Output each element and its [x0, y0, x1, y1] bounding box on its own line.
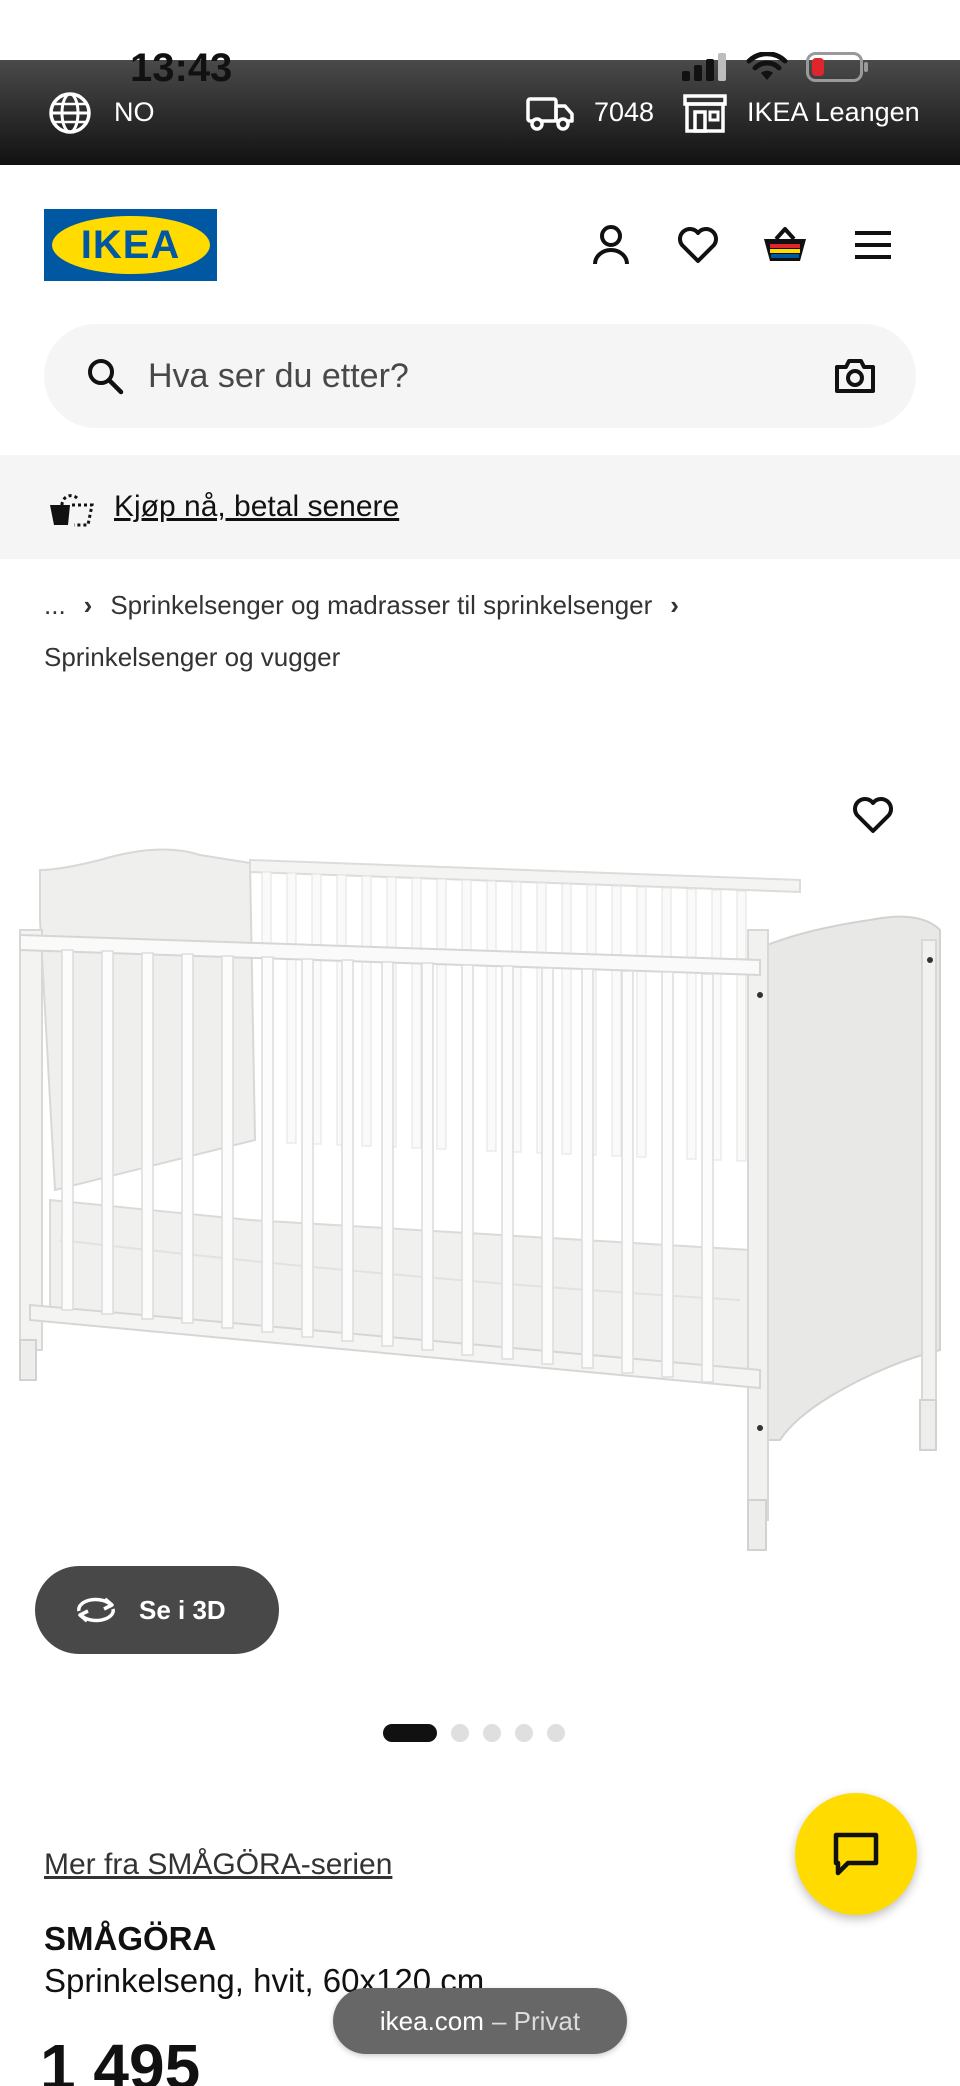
menu-button[interactable]: [848, 220, 898, 270]
chevron-right-icon: ›: [83, 589, 93, 620]
status-icons: [682, 52, 870, 82]
product-price: 1 495: [40, 2031, 201, 2086]
private-mode-label: – Privat: [491, 2005, 581, 2036]
logo-text: IKEA: [80, 222, 181, 267]
store-name: IKEA Leangen: [747, 97, 920, 127]
language-label: NO: [114, 97, 155, 127]
gallery-dot[interactable]: [383, 1724, 437, 1742]
account-button[interactable]: [586, 220, 636, 270]
basket-icon: [764, 227, 806, 261]
view-in-3d-button[interactable]: Se i 3D: [35, 1566, 279, 1654]
menu-icon: [855, 231, 891, 259]
product-name: SMÅGÖRA: [44, 1920, 217, 1957]
breadcrumb-row: ... › Sprinkelsenger og madrasser til sp…: [44, 585, 924, 625]
account-icon: [593, 225, 629, 265]
ikea-logo[interactable]: IKEA: [44, 209, 217, 281]
view-in-3d-label: Se i 3D: [139, 1594, 226, 1625]
series-link[interactable]: Mer fra SMÅGÖRA-serien: [44, 1848, 392, 1882]
rotate-3d-icon: [73, 1595, 119, 1625]
gallery-dot[interactable]: [547, 1724, 565, 1742]
gallery-dot[interactable]: [515, 1724, 533, 1742]
globe-icon: [49, 91, 91, 134]
logo-oval: IKEA: [51, 216, 210, 274]
header: IKEA: [0, 165, 960, 325]
chat-icon: [833, 1832, 879, 1876]
basket-button[interactable]: [760, 220, 810, 270]
postal-code: 7048: [594, 97, 655, 127]
status-time: 13:43: [130, 46, 233, 90]
search-icon: [88, 359, 124, 395]
truck-icon: [526, 96, 574, 131]
wifi-icon: [746, 52, 788, 80]
pay-later-banner[interactable]: Kjøp nå, betal senere: [0, 455, 960, 559]
breadcrumb: ... › Sprinkelsenger og madrasser til sp…: [44, 585, 924, 677]
chat-button[interactable]: [795, 1793, 917, 1915]
signal-icon: [682, 53, 726, 81]
pay-later-link[interactable]: Kjøp nå, betal senere: [114, 490, 399, 524]
url-domain: ikea.com: [379, 2005, 484, 2036]
breadcrumb-row: Sprinkelsenger og vugger: [44, 637, 924, 677]
battery-icon: [806, 52, 868, 82]
store-icon: [683, 93, 727, 133]
browser-url-bar[interactable]: ikea.com – Privat: [333, 1988, 627, 2054]
pay-later-icon: [50, 494, 94, 527]
gallery-pagination: [383, 1724, 565, 1742]
chevron-right-icon: ›: [670, 589, 679, 620]
search-input[interactable]: [148, 324, 798, 428]
gallery-dot[interactable]: [451, 1724, 469, 1742]
breadcrumb-item-category[interactable]: Sprinkelsenger og madrasser til sprinkel…: [110, 590, 652, 621]
delivery-postcode[interactable]: 7048: [526, 60, 654, 165]
product-image-crib[interactable]: [0, 760, 960, 1560]
breadcrumb-ellipsis[interactable]: ...: [44, 590, 66, 621]
search-bar[interactable]: [44, 324, 916, 428]
breadcrumb-item-subcategory[interactable]: Sprinkelsenger og vugger: [44, 642, 340, 673]
camera-icon[interactable]: [834, 358, 876, 394]
heart-icon: [678, 227, 718, 263]
heart-icon: [853, 797, 893, 833]
gallery-dot[interactable]: [483, 1724, 501, 1742]
product-favourite-button[interactable]: [848, 790, 898, 840]
favourites-button[interactable]: [673, 220, 723, 270]
